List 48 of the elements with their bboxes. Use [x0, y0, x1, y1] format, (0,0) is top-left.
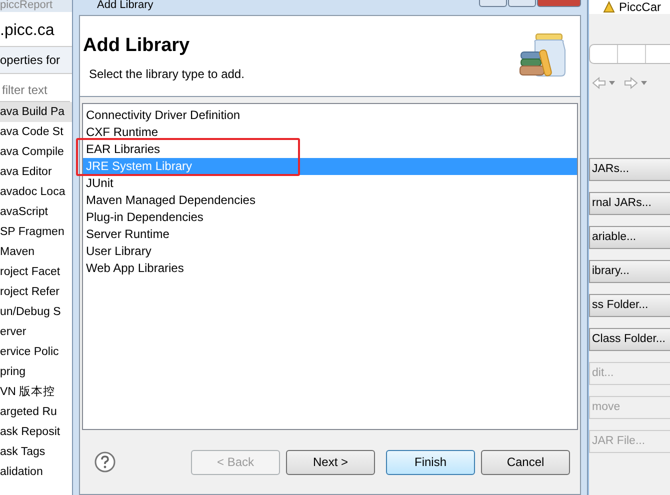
window-title: piccReport [0, 0, 72, 12]
category-item[interactable]: ava Editor [0, 162, 72, 182]
dialog-button[interactable]: Cancel [481, 450, 570, 474]
category-item[interactable]: pring [0, 362, 72, 382]
properties-heading: operties for [0, 46, 72, 74]
help-icon[interactable] [94, 451, 116, 473]
category-item[interactable]: ervice Polic [0, 342, 72, 362]
category-item[interactable]: avaScript [0, 202, 72, 222]
category-item[interactable]: argeted Ru [0, 402, 72, 422]
warning-icon [603, 1, 615, 13]
dialog-button[interactable]: Next > [286, 450, 375, 474]
category-item[interactable]: roject Refer [0, 282, 72, 302]
category-item[interactable]: ava Code St [0, 122, 72, 142]
library-type-item[interactable]: Maven Managed Dependencies [83, 192, 577, 209]
library-type-item[interactable]: EAR Libraries [83, 141, 577, 158]
action-button[interactable]: ss Folder... [589, 294, 670, 317]
category-item[interactable]: ask Reposit [0, 422, 72, 442]
category-item[interactable]: SP Fragmen [0, 222, 72, 242]
project-name: .picc.ca [0, 21, 56, 41]
library-type-item[interactable]: User Library [83, 243, 577, 260]
category-item[interactable]: avadoc Loca [0, 182, 72, 202]
category-item[interactable]: erver [0, 322, 72, 342]
category-item[interactable]: ava Build Pa [0, 102, 72, 122]
dialog-button[interactable]: Finish [386, 450, 475, 474]
category-item[interactable]: ava Compile [0, 142, 72, 162]
category-item[interactable]: alidation [0, 462, 72, 482]
category-item[interactable]: VN 版本控 [0, 382, 72, 402]
library-type-item[interactable]: Server Runtime [83, 226, 577, 243]
library-type-item[interactable]: CXF Runtime [83, 124, 577, 141]
action-button[interactable]: rnal JARs... [589, 192, 670, 215]
action-button[interactable]: JARs... [589, 158, 670, 181]
library-type-item[interactable]: Web App Libraries [83, 260, 577, 277]
category-item[interactable]: ask Tags [0, 442, 72, 462]
library-type-item[interactable]: Connectivity Driver Definition [83, 107, 577, 124]
editor-tab[interactable]: PiccCar [589, 0, 670, 14]
dialog-heading: Add Library [83, 35, 191, 57]
library-type-item[interactable]: Plug-in Dependencies [83, 209, 577, 226]
maximize-button[interactable] [508, 0, 536, 7]
dialog-title: Add Library [96, 0, 154, 11]
action-button[interactable]: ibrary... [589, 260, 670, 283]
minimize-button[interactable] [479, 0, 507, 7]
dialog-subtitle: Select the library type to add. [88, 67, 244, 81]
library-type-item[interactable]: JUnit [83, 175, 577, 192]
category-item[interactable]: un/Debug S [0, 302, 72, 322]
action-button[interactable]: Class Folder... [589, 328, 670, 351]
action-button[interactable]: ariable... [589, 226, 670, 249]
category-item[interactable]: roject Facet [0, 262, 72, 282]
category-item[interactable]: Maven [0, 242, 72, 262]
